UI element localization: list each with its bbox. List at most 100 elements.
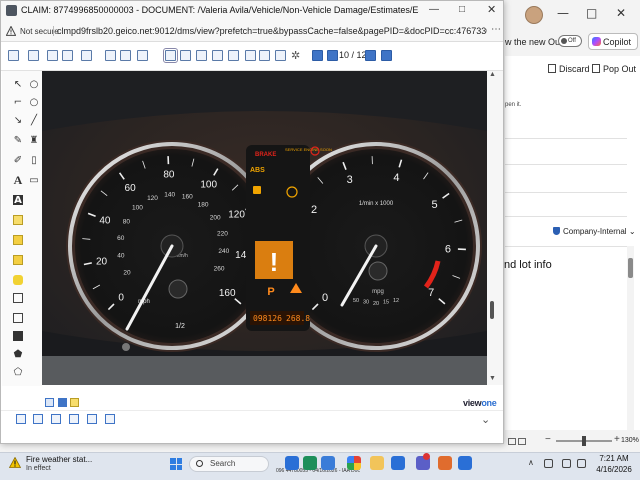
rotate-right-icon[interactable] [228,50,239,61]
more-icon[interactable]: ⋯ [491,24,501,35]
zoom-in-button[interactable]: + [614,434,620,445]
close-icon[interactable]: ✕ [616,6,626,20]
maximize-icon[interactable]: □ [586,6,597,20]
fit-height-icon[interactable] [180,50,191,61]
print-icon[interactable] [81,50,92,61]
word-icon[interactable] [458,456,472,470]
highlighter-icon[interactable]: ✐ [13,155,23,166]
brake-warning: BRAKE [255,152,276,158]
fit-width-icon[interactable] [163,48,178,63]
copilot-button[interactable]: Copilot [588,33,638,50]
first-page-icon[interactable] [312,50,323,61]
popout-button[interactable]: Pop Out [592,64,636,74]
app-icon[interactable] [391,456,405,470]
search-icon[interactable] [105,50,116,61]
zoom-in-icon[interactable] [120,50,131,61]
highlight-polygon-icon[interactable] [13,275,23,285]
minimize-icon[interactable]: — [429,4,439,15]
callout-icon[interactable]: ▭ [29,175,39,186]
text-tool-icon[interactable]: A [13,173,23,187]
rectangle-outline-icon[interactable] [13,313,23,323]
fit-page-icon[interactable] [196,50,207,61]
thumbnail-view-icon[interactable] [51,414,61,424]
grid-view-icon[interactable] [33,414,43,424]
cloud-icon[interactable] [544,459,553,468]
contrast-icon[interactable] [275,50,286,61]
view-mode-icons[interactable] [508,436,542,445]
ellipse-icon[interactable]: ○ [29,79,39,90]
expand-icon[interactable]: ⌄ [481,413,490,426]
file-explorer-icon[interactable] [285,456,299,470]
volume-icon[interactable] [577,459,586,468]
text-box-icon[interactable]: A [13,195,23,206]
previous-page-icon[interactable] [327,50,338,61]
stamp-icon[interactable]: ♜ [29,135,39,146]
zoom-out-icon[interactable] [137,50,148,61]
polygon-icon[interactable]: ⬠ [13,367,23,378]
save-icon[interactable] [62,50,73,61]
speedo-kmh-label: 20 [123,269,131,276]
close-icon[interactable]: ✕ [487,3,496,16]
sticky-note-icon[interactable] [13,215,23,225]
excel-icon[interactable] [303,456,317,470]
subject-text[interactable]: nd lot info [504,259,552,271]
document-image[interactable]: 0 20 40 60 80 100 120 140 160 20 40 60 80 100 120 140 1… [42,71,487,385]
view-icon[interactable] [508,438,516,445]
thumbnails-icon[interactable] [8,50,19,61]
clock-date[interactable]: 4/16/2026 [590,465,638,474]
pen-icon[interactable]: ✎ [13,135,23,146]
open-icon[interactable] [47,50,58,61]
scroll-down-icon[interactable]: ▼ [489,375,496,382]
split-view-icon[interactable] [69,414,79,424]
weather-alert-icon[interactable] [9,457,21,468]
compare-icon[interactable] [105,414,115,424]
zoom-out-button[interactable]: − [545,434,551,445]
next-page-icon[interactable] [365,50,376,61]
image-scrollbar-thumb[interactable] [490,301,494,319]
invert-icon[interactable] [259,50,270,61]
minimize-icon[interactable]: — [557,6,569,20]
last-page-icon[interactable] [381,50,392,61]
circle-icon[interactable]: ○ [29,97,39,108]
zoom-slider-knob[interactable] [582,436,586,446]
highlight-poly-icon[interactable] [13,255,23,265]
layout-icon[interactable] [87,414,97,424]
line-icon[interactable]: ╱ [29,115,39,126]
flip-icon[interactable] [245,50,256,61]
notes-icon[interactable] [70,398,79,407]
wifi-icon[interactable] [562,459,571,468]
warning-icon[interactable] [6,26,16,36]
redact-icon[interactable] [13,331,23,341]
brightness-icon[interactable]: ✲ [291,49,300,62]
checkbox-icon[interactable] [58,398,67,407]
pointer-icon[interactable]: ↘ [13,115,23,126]
arrow-icon[interactable]: ↖ [13,79,23,90]
rectangle-icon[interactable] [13,293,23,303]
toggle-annotations-icon[interactable] [45,398,54,407]
weather-title[interactable]: Fire weather stat... [26,455,92,464]
scrollbar-thumb[interactable] [628,258,633,278]
sensitivity-dropdown[interactable]: Company-Internal ⌄ [553,227,636,236]
chevron-up-icon[interactable]: ∧ [528,458,534,467]
polyline-icon[interactable]: ⌐ [13,97,23,108]
url-field[interactable]: clmpd9frslb20.geico.net:9012/dms/view?pr… [57,26,487,36]
avatar[interactable] [525,6,543,24]
discard-button[interactable]: Discard [548,64,590,74]
image-scrollbar[interactable] [487,71,503,385]
clock-time[interactable]: 7:21 AM [590,454,638,463]
folder-icon[interactable] [370,456,384,470]
powerpoint-icon[interactable] [438,456,452,470]
view-icon[interactable] [518,438,526,445]
scroll-up-icon[interactable]: ▲ [489,71,496,78]
pentagon-icon[interactable]: ⬟ [13,349,23,360]
rotate-left-icon[interactable] [212,50,223,61]
eraser-icon[interactable]: ▯ [29,155,39,166]
highlight-rect-icon[interactable] [13,235,23,245]
outlook-icon[interactable] [321,456,335,470]
document-viewer-window: CLAIM: 8774996850000003 - DOCUMENT: /Val… [0,0,504,444]
start-button[interactable] [170,458,182,470]
maximize-icon[interactable]: □ [459,4,465,15]
text-icon[interactable] [28,50,39,61]
page-view-icon[interactable] [16,414,26,424]
chrome-icon[interactable] [347,456,361,470]
